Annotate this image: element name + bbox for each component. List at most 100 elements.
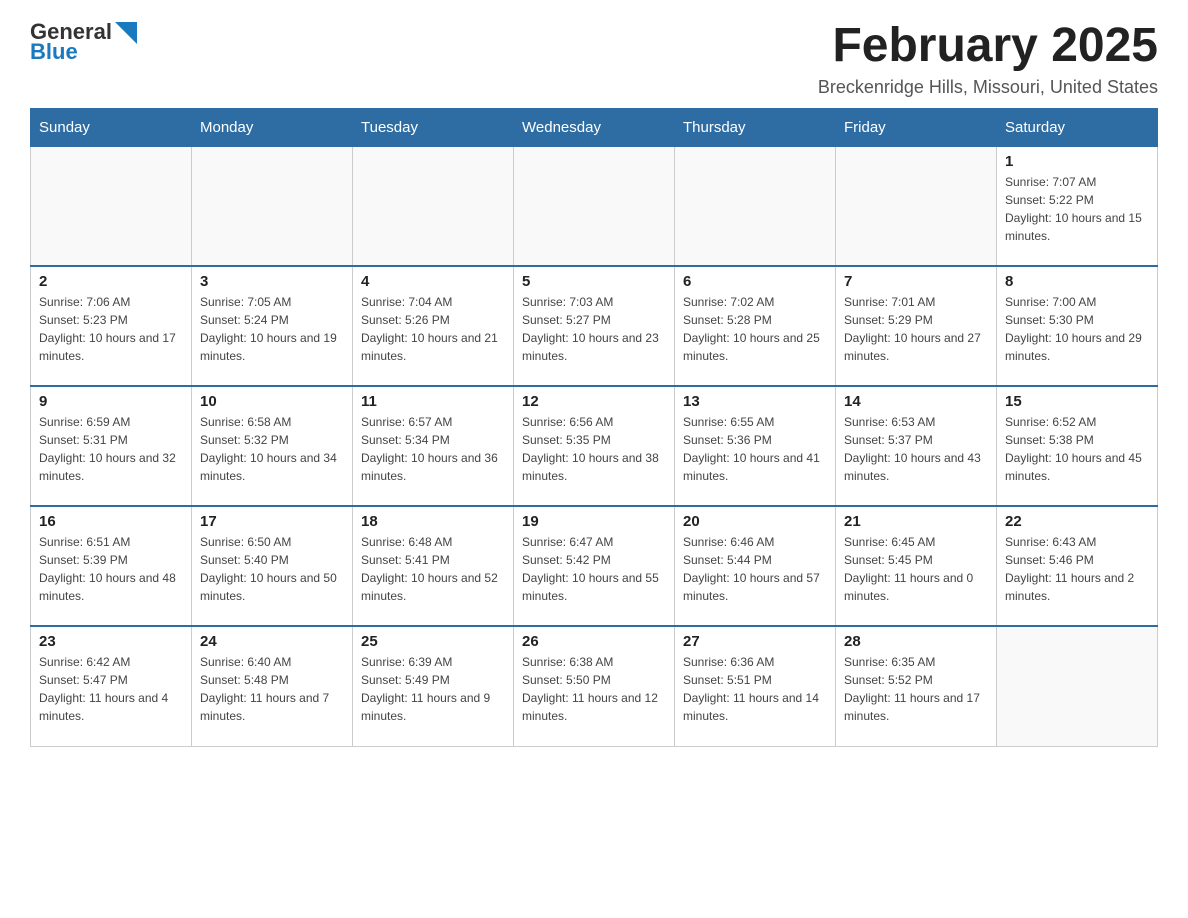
header-thursday: Thursday [675, 108, 836, 146]
table-row: 9 Sunrise: 6:59 AMSunset: 5:31 PMDaylight… [31, 386, 192, 506]
day-number: 5 [522, 273, 666, 290]
day-number: 9 [39, 393, 183, 410]
day-number: 17 [200, 513, 344, 530]
day-info: Sunrise: 6:56 AMSunset: 5:35 PMDaylight:… [522, 413, 666, 485]
table-row: 13 Sunrise: 6:55 AMSunset: 5:36 PMDayligh… [675, 386, 836, 506]
table-row: 1 Sunrise: 7:07 AMSunset: 5:22 PMDaylight… [997, 146, 1158, 266]
calendar-week-row: 16 Sunrise: 6:51 AMSunset: 5:39 PMDayligh… [31, 506, 1158, 626]
table-row: 24Sunrise: 6:40 AMSunset: 5:48 PMDayligh… [192, 626, 353, 746]
table-row: 15Sunrise: 6:52 AMSunset: 5:38 PMDayligh… [997, 386, 1158, 506]
day-number: 8 [1005, 273, 1149, 290]
day-info: Sunrise: 6:48 AMSunset: 5:41 PMDaylight:… [361, 533, 505, 605]
day-info: Sunrise: 6:55 AMSunset: 5:36 PMDaylight:… [683, 413, 827, 485]
calendar-week-row: 1 Sunrise: 7:07 AMSunset: 5:22 PMDaylight… [31, 146, 1158, 266]
table-row: 10 Sunrise: 6:58 AMSunset: 5:32 PMDayligh… [192, 386, 353, 506]
header-saturday: Saturday [997, 108, 1158, 146]
day-number: 19 [522, 513, 666, 530]
table-row: 19 Sunrise: 6:47 AMSunset: 5:42 PMDayligh… [514, 506, 675, 626]
day-info: Sunrise: 6:45 AMSunset: 5:45 PMDaylight:… [844, 533, 988, 605]
day-number: 16 [39, 513, 183, 530]
calendar-table: Sunday Monday Tuesday Wednesday Thursday… [30, 108, 1158, 747]
day-info: Sunrise: 6:47 AMSunset: 5:42 PMDaylight:… [522, 533, 666, 605]
table-row: 28 Sunrise: 6:35 AMSunset: 5:52 PMDayligh… [836, 626, 997, 746]
day-number: 6 [683, 273, 827, 290]
day-info: Sunrise: 6:38 AMSunset: 5:50 PMDaylight:… [522, 653, 666, 725]
calendar-header-row: Sunday Monday Tuesday Wednesday Thursday… [31, 108, 1158, 146]
day-number: 18 [361, 513, 505, 530]
table-row [997, 626, 1158, 746]
table-row: 2 Sunrise: 7:06 AMSunset: 5:23 PMDaylight… [31, 266, 192, 386]
header-friday: Friday [836, 108, 997, 146]
day-info: Sunrise: 6:40 AMSunset: 5:48 PMDaylight:… [200, 653, 344, 725]
table-row [514, 146, 675, 266]
table-row [31, 146, 192, 266]
header-sunday: Sunday [31, 108, 192, 146]
day-number: 7 [844, 273, 988, 290]
header-monday: Monday [192, 108, 353, 146]
day-info: Sunrise: 6:43 AMSunset: 5:46 PMDaylight:… [1005, 533, 1149, 605]
table-row: 3 Sunrise: 7:05 AMSunset: 5:24 PMDaylight… [192, 266, 353, 386]
day-info: Sunrise: 6:50 AMSunset: 5:40 PMDaylight:… [200, 533, 344, 605]
day-number: 28 [844, 633, 988, 650]
header-tuesday: Tuesday [353, 108, 514, 146]
day-number: 20 [683, 513, 827, 530]
day-info: Sunrise: 7:00 AMSunset: 5:30 PMDaylight:… [1005, 293, 1149, 365]
day-number: 3 [200, 273, 344, 290]
day-number: 2 [39, 273, 183, 290]
table-row: 20 Sunrise: 6:46 AMSunset: 5:44 PMDayligh… [675, 506, 836, 626]
day-number: 1 [1005, 153, 1149, 170]
day-number: 11 [361, 393, 505, 410]
table-row: 26 Sunrise: 6:38 AMSunset: 5:50 PMDayligh… [514, 626, 675, 746]
table-row: 4Sunrise: 7:04 AMSunset: 5:26 PMDaylight… [353, 266, 514, 386]
day-number: 26 [522, 633, 666, 650]
table-row: 16 Sunrise: 6:51 AMSunset: 5:39 PMDayligh… [31, 506, 192, 626]
day-info: Sunrise: 6:46 AMSunset: 5:44 PMDaylight:… [683, 533, 827, 605]
table-row [353, 146, 514, 266]
calendar-week-row: 9 Sunrise: 6:59 AMSunset: 5:31 PMDaylight… [31, 386, 1158, 506]
calendar-week-row: 2 Sunrise: 7:06 AMSunset: 5:23 PMDaylight… [31, 266, 1158, 386]
day-number: 4 [361, 273, 505, 290]
table-row [836, 146, 997, 266]
logo-blue-text: Blue [30, 40, 137, 64]
day-info: Sunrise: 7:07 AMSunset: 5:22 PMDaylight:… [1005, 173, 1149, 245]
day-info: Sunrise: 6:36 AMSunset: 5:51 PMDaylight:… [683, 653, 827, 725]
table-row [192, 146, 353, 266]
day-info: Sunrise: 6:59 AMSunset: 5:31 PMDaylight:… [39, 413, 183, 485]
table-row: 12Sunrise: 6:56 AMSunset: 5:35 PMDayligh… [514, 386, 675, 506]
page-header: General Blue February 2025 Breckenridge … [30, 20, 1158, 98]
day-info: Sunrise: 7:01 AMSunset: 5:29 PMDaylight:… [844, 293, 988, 365]
day-number: 13 [683, 393, 827, 410]
day-number: 27 [683, 633, 827, 650]
day-info: Sunrise: 7:03 AMSunset: 5:27 PMDaylight:… [522, 293, 666, 365]
day-number: 22 [1005, 513, 1149, 530]
day-info: Sunrise: 6:39 AMSunset: 5:49 PMDaylight:… [361, 653, 505, 725]
day-info: Sunrise: 6:35 AMSunset: 5:52 PMDaylight:… [844, 653, 988, 725]
day-info: Sunrise: 6:42 AMSunset: 5:47 PMDaylight:… [39, 653, 183, 725]
table-row: 25 Sunrise: 6:39 AMSunset: 5:49 PMDayligh… [353, 626, 514, 746]
day-info: Sunrise: 7:02 AMSunset: 5:28 PMDaylight:… [683, 293, 827, 365]
day-info: Sunrise: 6:58 AMSunset: 5:32 PMDaylight:… [200, 413, 344, 485]
day-number: 14 [844, 393, 988, 410]
day-info: Sunrise: 6:51 AMSunset: 5:39 PMDaylight:… [39, 533, 183, 605]
day-number: 10 [200, 393, 344, 410]
day-number: 15 [1005, 393, 1149, 410]
day-info: Sunrise: 6:57 AMSunset: 5:34 PMDaylight:… [361, 413, 505, 485]
logo: General Blue [30, 20, 137, 64]
table-row: 17 Sunrise: 6:50 AMSunset: 5:40 PMDayligh… [192, 506, 353, 626]
table-row: 11 Sunrise: 6:57 AMSunset: 5:34 PMDayligh… [353, 386, 514, 506]
day-info: Sunrise: 6:53 AMSunset: 5:37 PMDaylight:… [844, 413, 988, 485]
table-row: 21Sunrise: 6:45 AMSunset: 5:45 PMDayligh… [836, 506, 997, 626]
table-row: 23 Sunrise: 6:42 AMSunset: 5:47 PMDayligh… [31, 626, 192, 746]
table-row: 14 Sunrise: 6:53 AMSunset: 5:37 PMDayligh… [836, 386, 997, 506]
table-row: 18 Sunrise: 6:48 AMSunset: 5:41 PMDayligh… [353, 506, 514, 626]
day-info: Sunrise: 7:05 AMSunset: 5:24 PMDaylight:… [200, 293, 344, 365]
day-number: 25 [361, 633, 505, 650]
title-section: February 2025 Breckenridge Hills, Missou… [818, 20, 1158, 98]
table-row: 27 Sunrise: 6:36 AMSunset: 5:51 PMDayligh… [675, 626, 836, 746]
table-row: 8 Sunrise: 7:00 AMSunset: 5:30 PMDaylight… [997, 266, 1158, 386]
day-info: Sunrise: 7:06 AMSunset: 5:23 PMDaylight:… [39, 293, 183, 365]
table-row: 22 Sunrise: 6:43 AMSunset: 5:46 PMDayligh… [997, 506, 1158, 626]
table-row: 6 Sunrise: 7:02 AMSunset: 5:28 PMDaylight… [675, 266, 836, 386]
header-wednesday: Wednesday [514, 108, 675, 146]
day-number: 23 [39, 633, 183, 650]
